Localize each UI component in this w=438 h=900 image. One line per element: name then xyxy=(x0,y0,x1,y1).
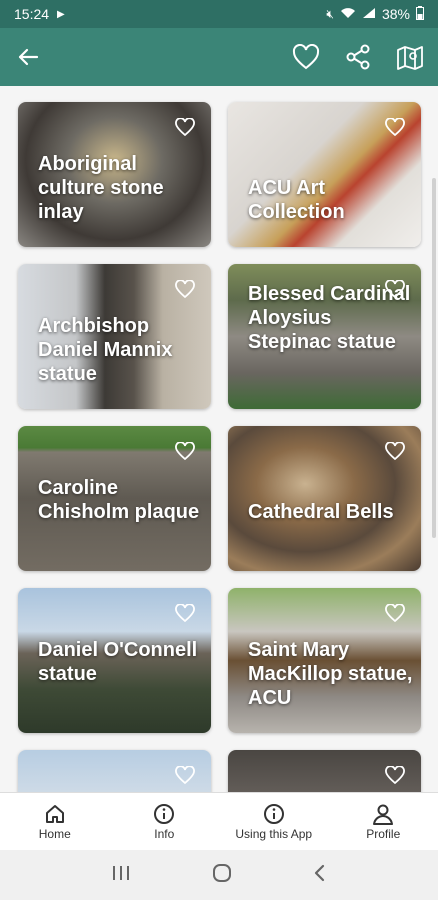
card-title: Aboriginal culture stone inlay xyxy=(38,153,164,223)
map-button[interactable] xyxy=(396,43,424,71)
card-cardinal-stepinac-statue[interactable]: Blessed Cardinal Aloysius Stepinac statu… xyxy=(228,264,421,409)
nav-info-label: Info xyxy=(154,826,175,841)
mute-icon: 🔇︎ xyxy=(326,6,334,21)
nav-home-label: Home xyxy=(38,826,71,841)
heart-icon[interactable] xyxy=(175,766,195,784)
heart-icon[interactable] xyxy=(175,118,195,136)
recent-apps-button[interactable] xyxy=(110,864,132,887)
battery-icon xyxy=(416,5,424,23)
home-system-button[interactable] xyxy=(211,862,233,889)
nav-info[interactable]: Info xyxy=(110,793,220,850)
nav-profile[interactable]: Profile xyxy=(329,793,438,850)
heart-icon[interactable] xyxy=(385,766,405,784)
heart-icon[interactable] xyxy=(175,280,195,298)
heart-icon[interactable] xyxy=(385,442,405,460)
card-title: ACU Art Collection xyxy=(248,177,345,223)
favourite-button[interactable] xyxy=(292,43,320,71)
heart-icon xyxy=(292,44,320,70)
card-title: Daniel O'Connell statue xyxy=(38,639,198,685)
profile-icon xyxy=(373,804,394,825)
card-daniel-oconnell-statue[interactable]: Daniel O'Connell statue xyxy=(18,588,211,733)
share-button[interactable] xyxy=(344,43,372,71)
nav-home[interactable]: Home xyxy=(0,793,110,850)
status-bar: 15:24 ▶ 🔇︎ 38% xyxy=(0,0,438,28)
card-cathedral-bells[interactable]: Cathedral Bells xyxy=(228,426,421,571)
card-partial-right[interactable] xyxy=(228,750,421,792)
home-icon xyxy=(45,804,64,823)
attraction-list[interactable]: Aboriginal culture stone inlay ACU Art C… xyxy=(0,86,438,792)
card-title: Cathedral Bells xyxy=(248,501,394,523)
card-partial-left[interactable] xyxy=(18,750,211,792)
heart-icon[interactable] xyxy=(385,604,405,622)
heart-icon[interactable] xyxy=(175,604,195,622)
bottom-navigation: Home Info Using this App Profile xyxy=(0,792,438,850)
recent-apps-icon xyxy=(112,865,129,880)
map-icon xyxy=(397,46,423,70)
card-archbishop-mannix-statue[interactable]: Archbishop Daniel Mannix statue xyxy=(18,264,211,409)
back-button[interactable] xyxy=(14,43,42,71)
chevron-left-icon xyxy=(315,864,325,881)
arrow-left-icon xyxy=(18,48,39,66)
card-title: Caroline Chisholm plaque xyxy=(38,477,200,523)
nav-profile-label: Profile xyxy=(366,826,401,841)
status-time: 15:24 xyxy=(14,6,50,22)
card-title: Saint Mary MacKillop statue, ACU xyxy=(248,639,413,709)
info-icon xyxy=(154,803,175,824)
heart-icon[interactable] xyxy=(175,442,195,460)
wifi-icon xyxy=(340,6,356,22)
play-icon: ▶ xyxy=(57,8,65,20)
info-icon xyxy=(263,803,284,824)
system-navigation-bar xyxy=(0,850,438,900)
card-aboriginal-stone-inlay[interactable]: Aboriginal culture stone inlay xyxy=(18,102,211,247)
card-acu-art-collection[interactable]: ACU Art Collection xyxy=(228,102,421,247)
circle-home-icon xyxy=(212,863,231,882)
nav-using-this-app-label: Using this App xyxy=(235,826,313,841)
nav-using-this-app[interactable]: Using this App xyxy=(219,793,329,850)
battery-text: 38% xyxy=(381,6,410,22)
heart-icon[interactable] xyxy=(385,118,405,136)
card-caroline-chisholm-plaque[interactable]: Caroline Chisholm plaque xyxy=(18,426,211,571)
card-title: Archbishop Daniel Mannix statue xyxy=(38,315,173,385)
heart-icon[interactable] xyxy=(385,280,405,298)
app-bar xyxy=(0,28,438,86)
back-system-button[interactable] xyxy=(312,863,328,888)
card-mary-mackillop-statue[interactable]: Saint Mary MacKillop statue, ACU xyxy=(228,588,421,733)
scrollbar[interactable] xyxy=(432,178,436,538)
signal-icon xyxy=(362,6,376,22)
share-icon xyxy=(346,44,370,70)
